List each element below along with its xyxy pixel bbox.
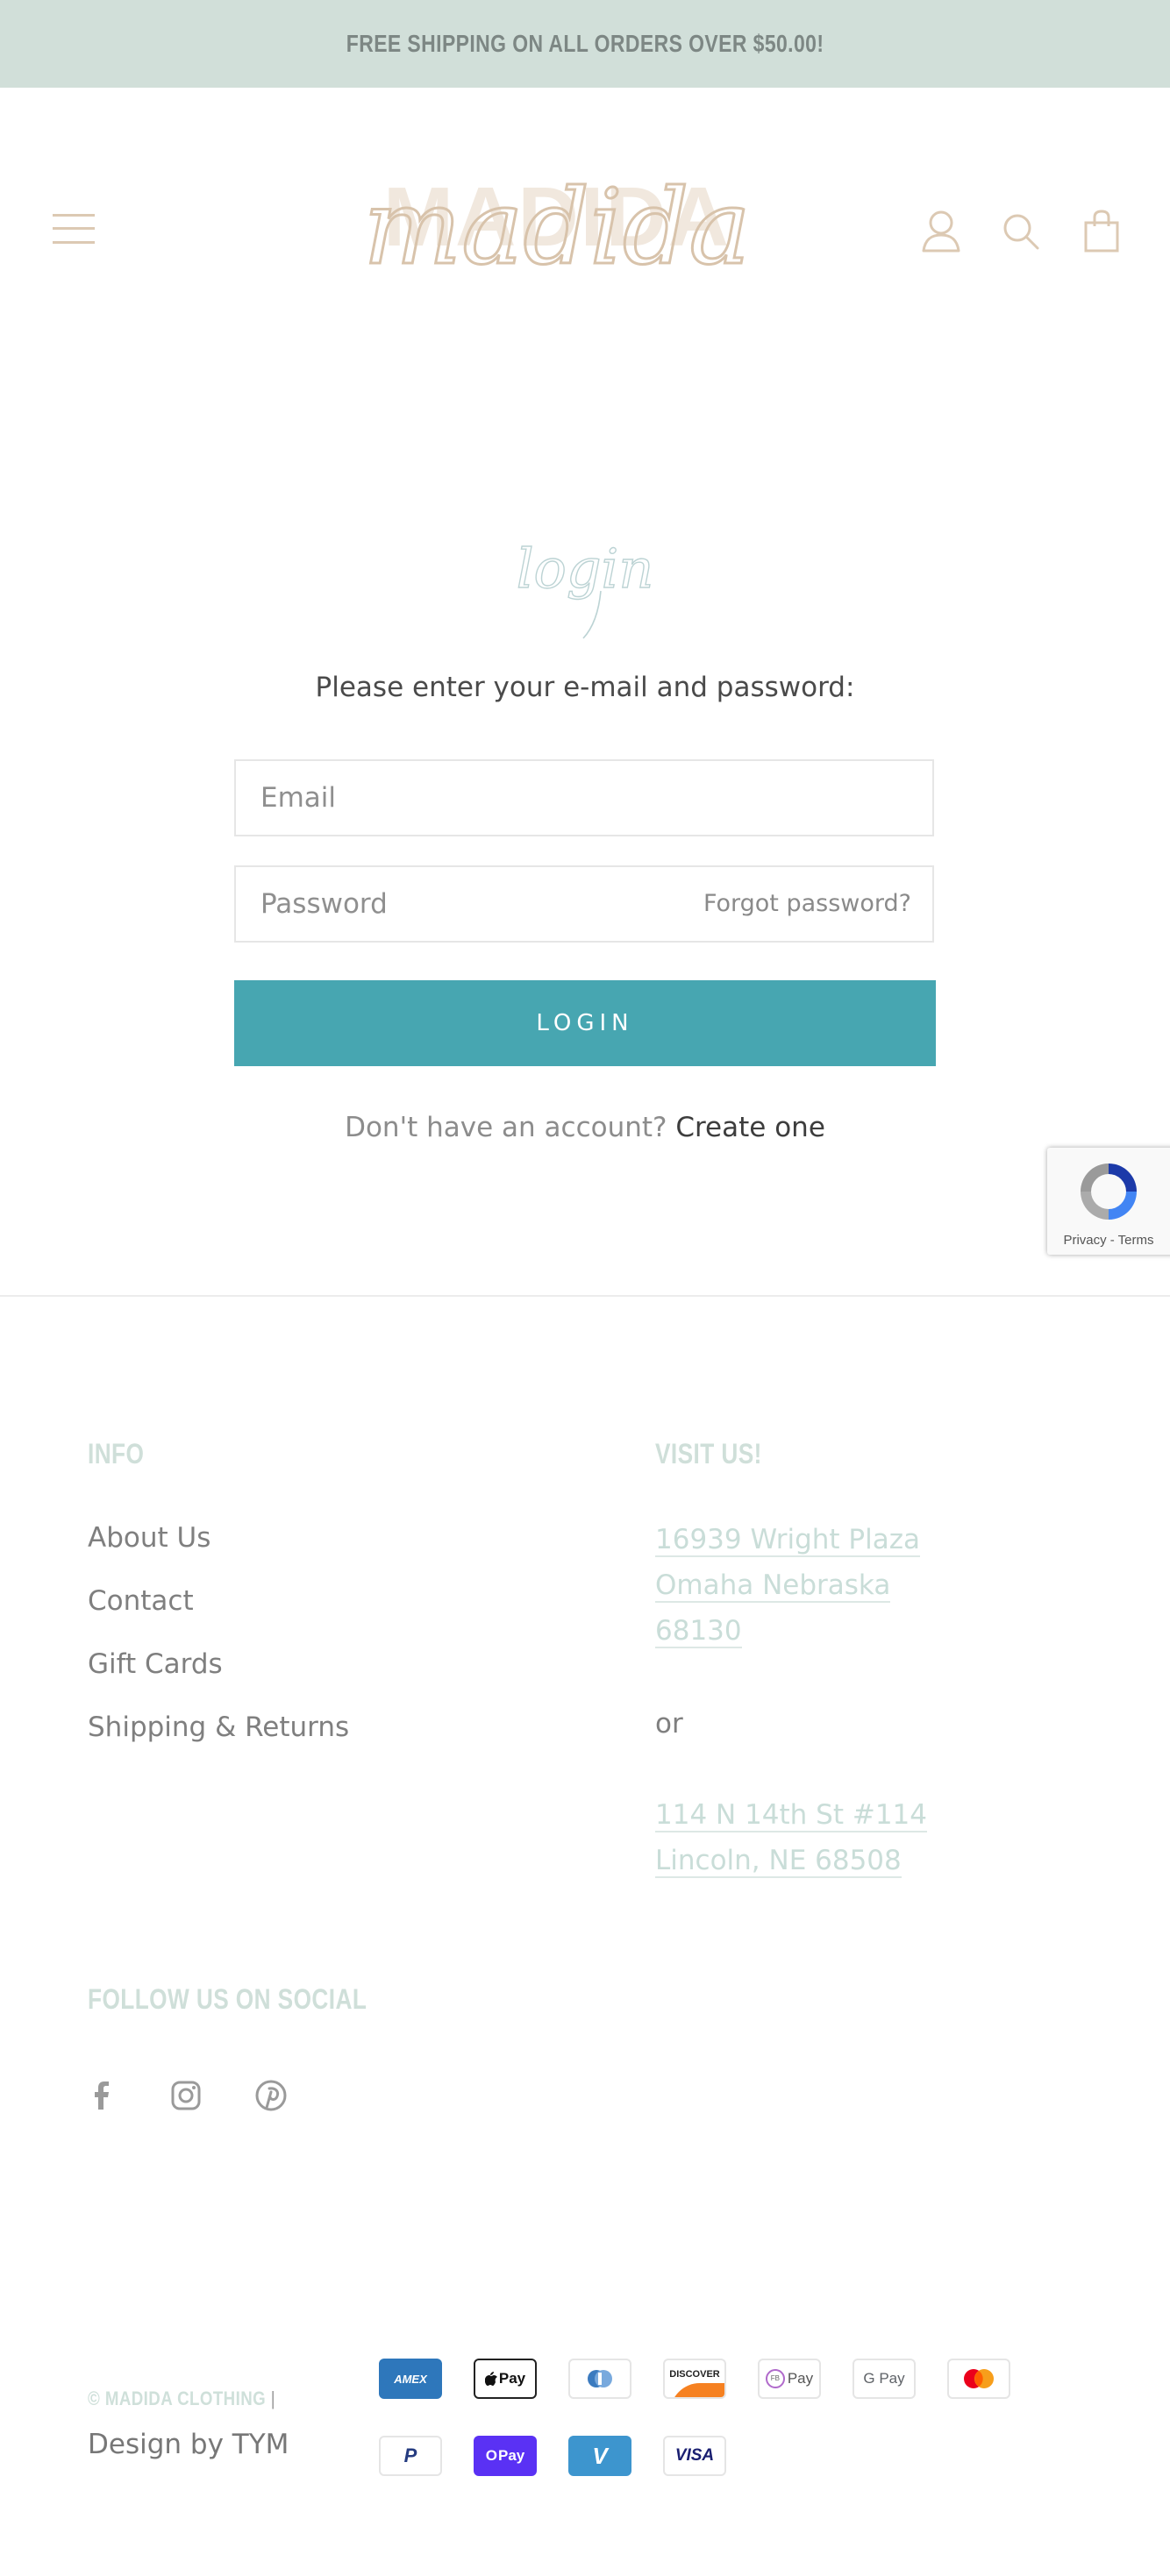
address-line[interactable]: 114 N 14th St #114 [655,1799,927,1832]
no-account-text: Don't have an account? [345,1112,667,1143]
page-title: login [497,526,673,649]
create-account-link[interactable]: Create one [675,1112,825,1143]
diners-club-icon [568,2359,631,2399]
cart-icon[interactable] [1081,209,1123,254]
login-instructions: Please enter your e-mail and password: [315,672,855,703]
mastercard-icon [947,2359,1010,2399]
svg-text:login: login [517,537,654,601]
logo-script-text: madida [368,167,746,288]
instagram-icon[interactable] [168,2078,203,2113]
google-pay-icon: G Pay [853,2359,916,2399]
create-account-prompt: Don't have an account? Create one [0,1112,1170,1143]
recaptcha-links[interactable]: Privacy - Terms [1047,1233,1170,1248]
address-lincoln[interactable]: 114 N 14th St #114 Lincoln, NE 68508 [655,1792,927,1883]
footer-divider [0,1295,1170,1297]
address-line[interactable]: Lincoln, NE 68508 [655,1845,902,1878]
footer-link-gift-cards[interactable]: Gift Cards [88,1648,223,1680]
address-line[interactable]: 16939 Wright Plaza [655,1524,920,1557]
account-icon[interactable] [920,209,962,254]
recaptcha-badge[interactable]: Privacy - Terms [1047,1148,1170,1255]
footer-link-shipping-returns[interactable]: Shipping & Returns [88,1711,349,1743]
visa-icon: VISA [663,2436,726,2476]
copyright-text: © MADIDA CLOTHING [88,2387,267,2409]
email-input[interactable] [236,761,654,835]
menu-icon[interactable] [53,214,95,244]
design-credit: Design by TYM [88,2429,289,2460]
paypal-icon: P [379,2436,442,2476]
forgot-password-link[interactable]: Forgot password? [703,867,911,941]
amex-icon: AMEX [379,2359,442,2399]
address-omaha[interactable]: 16939 Wright Plaza Omaha Nebraska 68130 [655,1517,920,1654]
footer-link-contact[interactable]: Contact [88,1585,194,1617]
copyright-separator: | [270,2387,276,2409]
footer-link-about-us[interactable]: About Us [88,1522,210,1554]
info-heading: INFO [88,1438,145,1469]
apple-pay-icon: Pay [474,2359,537,2399]
address-separator: or [655,1708,683,1740]
copyright: © MADIDA CLOTHING | [88,2387,275,2410]
announcement-bar: FREE SHIPPING ON ALL ORDERS OVER $50.00! [0,0,1170,88]
login-button[interactable]: LOGIN [234,980,936,1066]
visit-heading: VISIT US! [655,1438,762,1469]
password-field[interactable]: Forgot password? [234,865,934,943]
facebook-pay-icon: FB Pay [758,2359,821,2399]
address-line[interactable]: Omaha Nebraska [655,1569,891,1603]
recaptcha-icon [1081,1163,1137,1220]
social-heading: FOLLOW US ON SOCIAL [88,1983,367,2015]
venmo-icon: V [568,2436,631,2476]
site-logo[interactable]: MADIDA madida [362,140,752,298]
discover-icon: DISCOVER [663,2359,726,2399]
shop-pay-icon: O Pay [474,2436,537,2476]
pinterest-icon[interactable] [253,2078,289,2113]
password-input[interactable] [236,867,654,941]
facebook-icon[interactable] [84,2078,119,2113]
email-field[interactable] [234,759,934,836]
address-line[interactable]: 68130 [655,1615,742,1648]
search-icon[interactable] [1001,209,1043,254]
announcement-text: FREE SHIPPING ON ALL ORDERS OVER $50.00! [346,30,824,57]
